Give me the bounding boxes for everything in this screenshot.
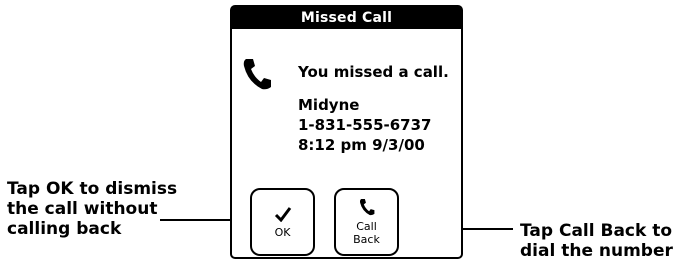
callout-call-back: Tap Call Back to dial the number: [520, 221, 673, 261]
callout-ok-line2: the call without: [7, 199, 158, 219]
call-back-button[interactable]: Call Back: [334, 188, 399, 256]
missed-call-dialog: Missed Call You missed a call. Midyne 1-…: [230, 5, 463, 259]
checkmark-icon: [274, 206, 292, 226]
call-timestamp: 8:12 pm 9/3/00: [298, 136, 425, 154]
callout-ok: Tap OK to dismiss the call without calli…: [7, 179, 177, 239]
call-back-label-1: Call: [356, 220, 377, 233]
phone-icon: [359, 198, 375, 220]
callout-call-back-line1: Tap Call Back to: [520, 221, 673, 241]
call-back-label-2: Back: [353, 233, 380, 246]
caller-details: Midyne 1-831-555-6737 8:12 pm 9/3/00: [298, 95, 431, 155]
ok-button-label: OK: [274, 225, 291, 239]
dialog-title: Missed Call: [300, 10, 393, 26]
callout-call-back-line2: dial the number: [520, 241, 673, 261]
phone-icon: [242, 57, 272, 91]
ok-button[interactable]: OK: [250, 188, 315, 256]
dialog-title-bar: Missed Call: [232, 7, 461, 29]
caller-name: Midyne: [298, 96, 360, 114]
callout-ok-line1: Tap OK to dismiss: [7, 179, 178, 199]
missed-call-message: You missed a call.: [298, 63, 449, 81]
callout-ok-line3: calling back: [7, 219, 122, 239]
caller-number: 1-831-555-6737: [298, 116, 432, 134]
